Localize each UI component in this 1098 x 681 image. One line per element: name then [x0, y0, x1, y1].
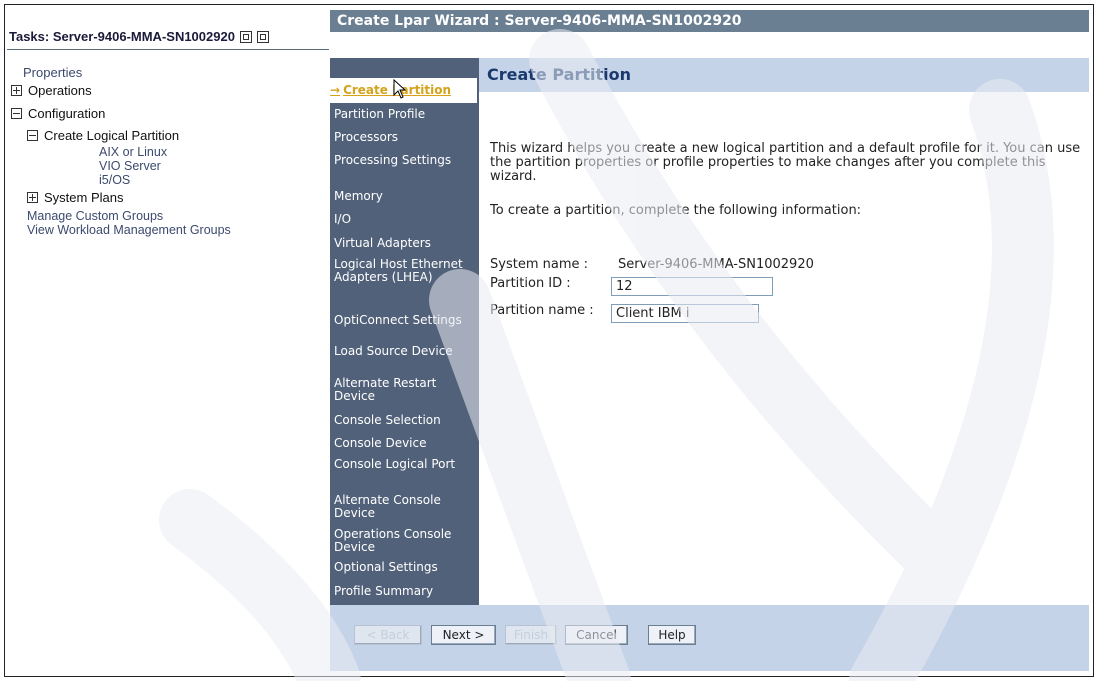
expand-icon[interactable] [27, 192, 38, 203]
tasks-title-text: Tasks: Server-9406-MMA-SN1002920 [9, 29, 235, 44]
instruction-text: To create a partition, complete the foll… [490, 203, 862, 218]
partition-id-input[interactable] [611, 277, 773, 296]
wizard-step-processing-settings[interactable]: Processing Settings [330, 154, 480, 167]
wizard-step-memory[interactable]: Memory [330, 190, 480, 203]
task-create-logical-partition-label: Create Logical Partition [44, 128, 180, 143]
intro-text: This wizard helps you create a new logic… [490, 141, 1081, 184]
wizard-step-label: Profile Summary [334, 584, 434, 598]
screenshot-frame: Tasks: Server-9406-MMA-SN1002920 Propert… [4, 4, 1094, 677]
task-aix-linux[interactable]: AIX or Linux [11, 145, 231, 159]
task-system-plans[interactable]: System Plans [11, 188, 231, 207]
wizard-step-label: Partition Profile [334, 107, 426, 121]
wizard-step-optional-settings[interactable]: Optional Settings [330, 561, 480, 574]
wizard-step-partition-profile[interactable]: Partition Profile [330, 108, 480, 121]
back-button[interactable]: < Back [354, 625, 422, 645]
wizard-step-label: Operations Console Device [334, 527, 452, 554]
system-name-label: System name : [490, 257, 588, 272]
page-title: Create Partition [487, 65, 631, 84]
wizard-step-label: Memory [334, 189, 383, 203]
wizard-step-label: Virtual Adapters [334, 236, 431, 250]
task-view-workload-groups[interactable]: View Workload Management Groups [11, 223, 231, 237]
wizard-step-processors[interactable]: Processors [330, 131, 480, 144]
wizard-step-nav: → Create Partition Partition Profile Proces… [328, 58, 480, 605]
task-properties[interactable]: Properties [11, 65, 231, 81]
wizard-step-label: Console Device [334, 436, 427, 450]
task-i5os[interactable]: i5/OS [11, 173, 231, 187]
wizard-step-label: OptiConnect Settings [334, 313, 462, 327]
partition-name-input[interactable] [611, 304, 759, 323]
task-operations[interactable]: Operations [11, 81, 231, 100]
expand-all-icon[interactable] [239, 30, 252, 43]
wizard-footer: < Back Next > Finish Cancel Help [330, 605, 1089, 671]
wizard-step-load-source-device[interactable]: Load Source Device [330, 345, 480, 358]
content-header: Create Partition [479, 58, 1089, 92]
wizard-step-logical-host-ethernet-adapters-lhea[interactable]: Logical Host Ethernet Adapters (LHEA) [330, 258, 480, 284]
wizard-step-operations-console-device[interactable]: Operations Console Device [330, 528, 480, 554]
task-system-plans-label: System Plans [44, 190, 124, 205]
partition-name-label: Partition name : [490, 303, 594, 318]
wizard-step-label: Logical Host Ethernet Adapters (LHEA) [334, 257, 463, 284]
tasks-title: Tasks: Server-9406-MMA-SN1002920 [9, 29, 269, 44]
wizard-step-label: Console Selection [334, 413, 441, 427]
tasks-pane: Tasks: Server-9406-MMA-SN1002920 Propert… [5, 5, 330, 676]
wizard-step-label: Alternate Restart Device [334, 376, 437, 403]
wizard-step-label: Console Logical Port [334, 457, 456, 471]
wizard-title-bar: Create Lpar Wizard : Server-9406-MMA-SN1… [330, 10, 1089, 32]
cancel-button[interactable]: Cancel [565, 625, 628, 645]
wizard-step-label: Load Source Device [334, 344, 453, 358]
partition-id-label: Partition ID : [490, 276, 571, 291]
wizard-step-console-selection[interactable]: Console Selection [330, 414, 480, 427]
wizard-step-opticonnect-settings[interactable]: OptiConnect Settings [330, 314, 480, 327]
wizard-step-label: Processors [334, 130, 399, 144]
collapse-icon[interactable] [27, 130, 38, 141]
task-create-logical-partition[interactable]: Create Logical Partition [11, 126, 231, 145]
current-step-arrow-icon: → [330, 83, 341, 97]
task-configuration-label: Configuration [28, 106, 106, 121]
task-configuration[interactable]: Configuration [11, 104, 231, 123]
task-operations-label: Operations [28, 83, 92, 98]
collapse-all-icon[interactable] [256, 30, 269, 43]
wizard-step-label: Processing Settings [334, 153, 452, 167]
finish-button[interactable]: Finish [505, 625, 557, 645]
wizard-step-console-device[interactable]: Console Device [330, 437, 480, 450]
task-manage-custom-groups[interactable]: Manage Custom Groups [11, 209, 231, 223]
tasks-divider [7, 49, 329, 50]
next-button[interactable]: Next > [431, 625, 496, 645]
task-vio-server[interactable]: VIO Server [11, 159, 231, 173]
expand-icon[interactable] [11, 85, 22, 96]
wizard-step-profile-summary[interactable]: Profile Summary [330, 585, 480, 598]
help-button[interactable]: Help [648, 625, 696, 645]
wizard-step-label: Alternate Console Device [334, 493, 441, 520]
wizard-step-console-logical-port[interactable]: Console Logical Port [330, 458, 480, 471]
collapse-icon[interactable] [11, 108, 22, 119]
wizard-step-alternate-console-device[interactable]: Alternate Console Device [330, 494, 480, 520]
wizard-step-label: Optional Settings [334, 560, 438, 574]
wizard-step-virtual-adapters[interactable]: Virtual Adapters [330, 237, 480, 250]
system-name-value: Server-9406-MMA-SN1002920 [618, 257, 814, 272]
wizard-step-label: I/O [334, 212, 352, 226]
mouse-pointer-icon [393, 79, 407, 99]
wizard-step-i-o[interactable]: I/O [330, 213, 480, 226]
task-tree: Properties Operations Configuration Crea… [11, 65, 231, 237]
wizard-step-alternate-restart-device[interactable]: Alternate Restart Device [330, 377, 480, 403]
